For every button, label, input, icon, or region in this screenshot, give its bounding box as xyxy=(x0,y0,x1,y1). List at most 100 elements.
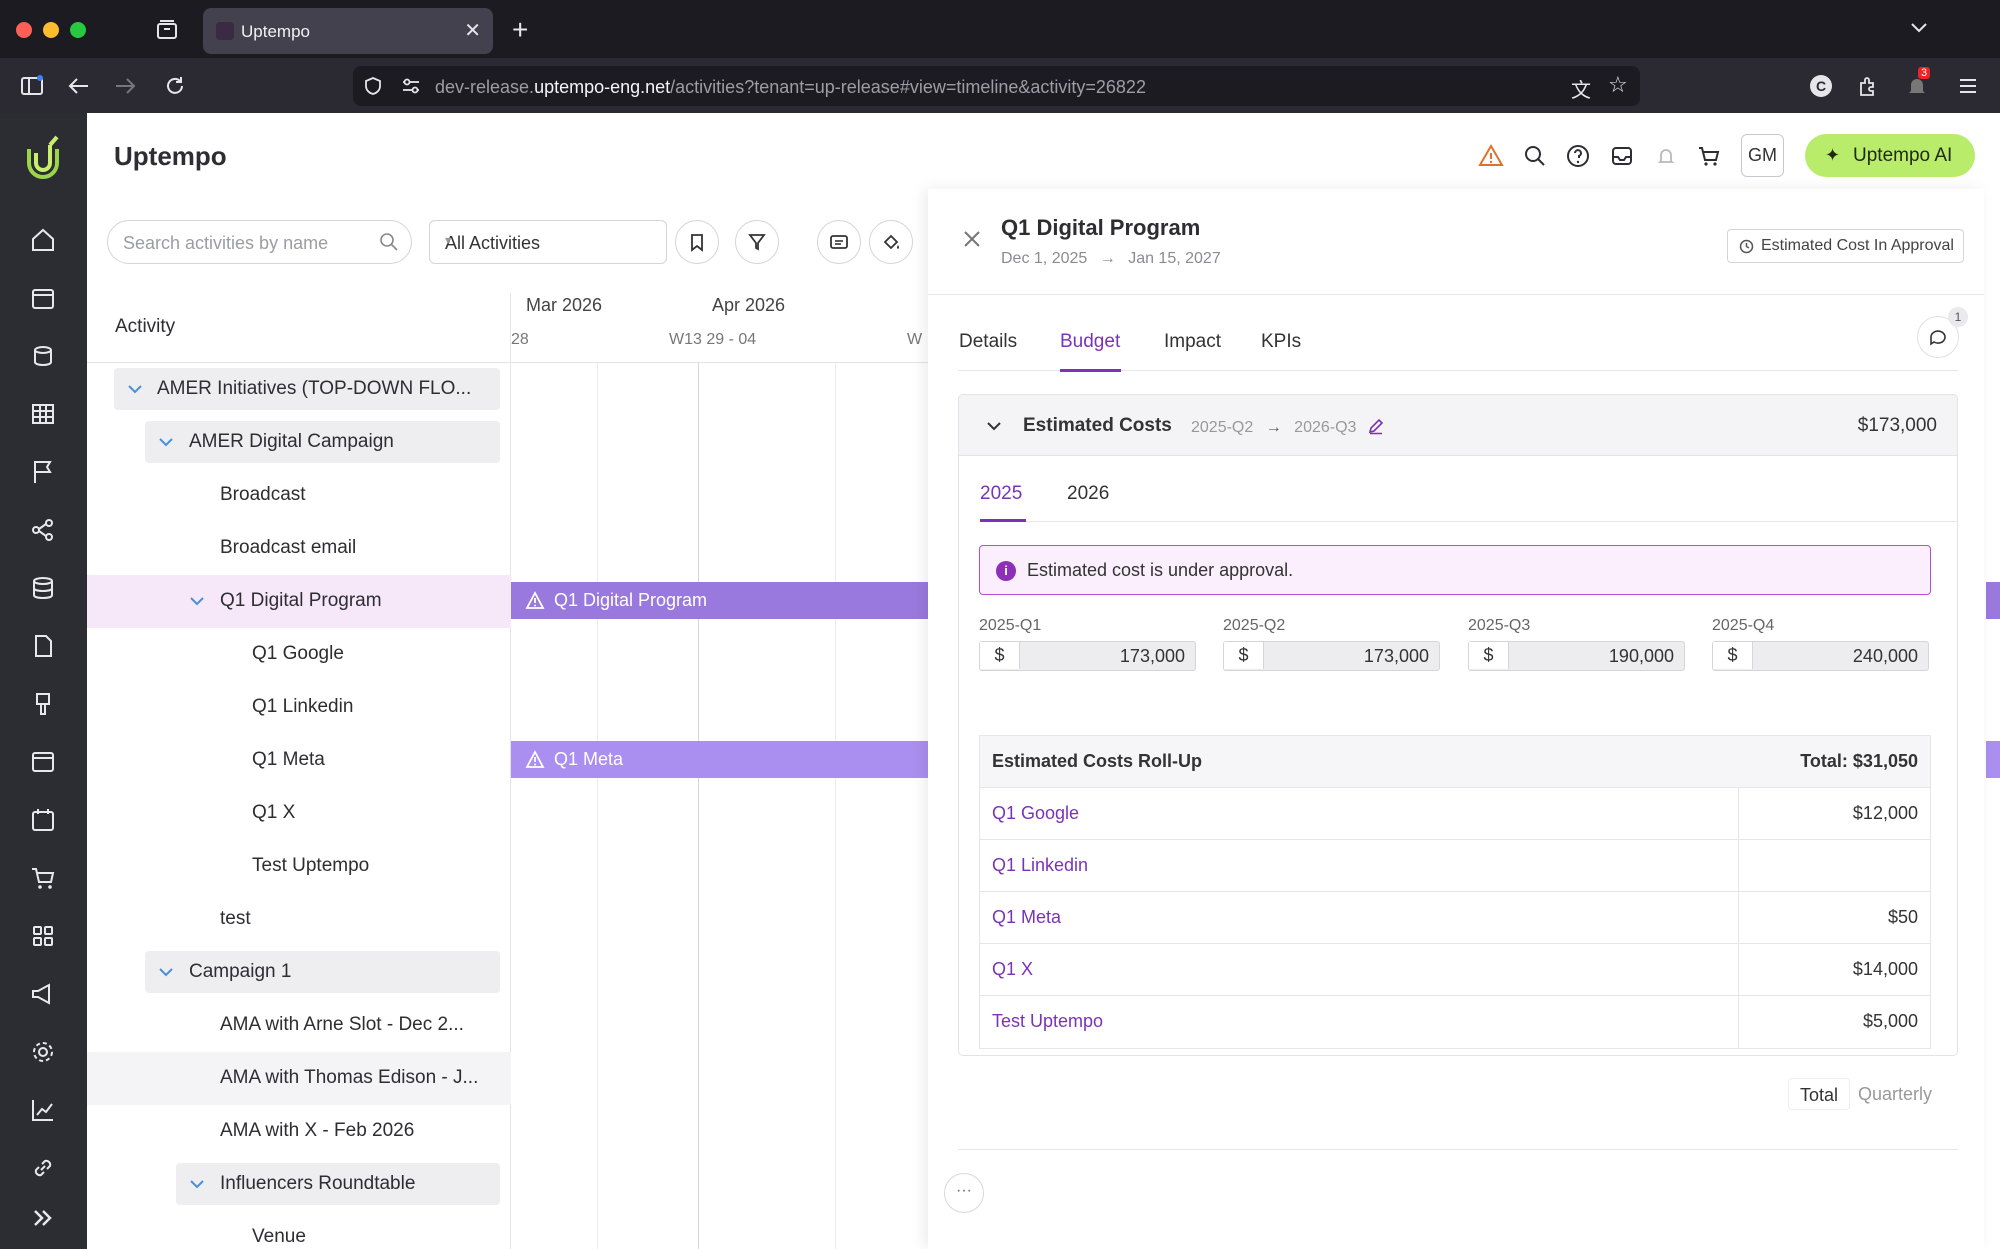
tab-list-chevron-icon[interactable] xyxy=(1910,22,1928,34)
tab-details[interactable]: Details xyxy=(959,331,1017,353)
home-icon[interactable] xyxy=(29,226,57,254)
tree-row[interactable]: Broadcast email xyxy=(87,522,511,575)
tab-budget[interactable]: Budget xyxy=(1060,331,1120,353)
tree-row-selected[interactable]: Q1 Digital Program xyxy=(87,575,511,628)
calendar-icon[interactable] xyxy=(29,284,57,312)
more-actions-button[interactable]: ··· xyxy=(944,1173,984,1213)
tree-row[interactable]: test xyxy=(87,893,511,946)
inbox-icon[interactable] xyxy=(1609,143,1635,169)
database-icon[interactable] xyxy=(29,574,57,602)
tree-row[interactable]: Campaign 1 xyxy=(87,946,511,999)
back-icon[interactable] xyxy=(68,77,90,95)
translate-icon[interactable]: 文 xyxy=(1571,74,1591,103)
tracking-shield-icon[interactable] xyxy=(363,76,383,96)
window-minimize-button[interactable] xyxy=(43,22,59,38)
activity-filter-select[interactable]: All Activities ▾ xyxy=(429,220,667,264)
cart-icon[interactable] xyxy=(29,864,57,892)
tab-overview-icon[interactable] xyxy=(156,20,178,40)
user-avatar[interactable]: GM xyxy=(1741,134,1784,177)
uptempo-logo-icon[interactable] xyxy=(23,135,63,181)
activity-search-input[interactable]: Search activities by name xyxy=(107,220,412,264)
rollup-activity-link[interactable]: Q1 Linkedin xyxy=(992,855,1088,876)
tree-row[interactable]: Broadcast xyxy=(87,469,511,522)
tree-row[interactable]: Venue xyxy=(87,1211,511,1249)
apps-icon[interactable] xyxy=(29,922,57,950)
link-icon[interactable] xyxy=(29,1154,57,1182)
url-text[interactable]: dev-release.uptempo-eng.net/activities?t… xyxy=(435,77,1146,98)
edit-pencil-icon[interactable] xyxy=(1367,417,1385,435)
filter-button[interactable] xyxy=(735,220,779,264)
tree-row[interactable]: Q1 Linkedin xyxy=(87,681,511,734)
reload-icon[interactable] xyxy=(164,75,186,97)
chevron-down-icon[interactable] xyxy=(985,417,1003,435)
new-tab-icon[interactable]: + xyxy=(512,16,528,44)
megaphone-icon[interactable] xyxy=(29,980,57,1008)
chevron-down-icon[interactable] xyxy=(188,1175,206,1193)
account-icon[interactable]: C xyxy=(1810,75,1832,97)
chevron-down-icon[interactable] xyxy=(188,592,206,610)
notifications-extension[interactable]: 3 xyxy=(1906,67,1931,97)
window-zoom-button[interactable] xyxy=(70,22,86,38)
timeline-bar[interactable]: Q1 Meta xyxy=(511,741,931,778)
view-toggle-quarterly[interactable]: Quarterly xyxy=(1858,1078,1932,1110)
close-icon[interactable] xyxy=(962,229,982,249)
tree-row[interactable]: Q1 Meta xyxy=(87,734,511,787)
flag-icon[interactable] xyxy=(29,458,57,486)
tree-row[interactable]: AMA with Thomas Edison - J... xyxy=(87,1052,511,1105)
help-icon[interactable] xyxy=(1565,143,1591,169)
window-close-button[interactable] xyxy=(16,22,32,38)
cart-icon[interactable] xyxy=(1696,143,1722,169)
settings-gear-icon[interactable] xyxy=(29,1038,57,1066)
bookmark-star-icon[interactable]: ☆ xyxy=(1608,72,1628,98)
tab-kpis[interactable]: KPIs xyxy=(1261,331,1301,353)
site-permissions-icon[interactable] xyxy=(401,78,421,94)
notes-view-button[interactable] xyxy=(817,220,861,264)
year-tab-2025[interactable]: 2025 xyxy=(980,483,1022,505)
expand-rail-icon[interactable] xyxy=(29,1204,57,1232)
brush-icon[interactable] xyxy=(29,690,57,718)
document-icon[interactable] xyxy=(29,632,57,660)
analytics-icon[interactable] xyxy=(29,1096,57,1124)
view-toggle-total[interactable]: Total xyxy=(1788,1078,1850,1110)
url-bar[interactable]: dev-release.uptempo-eng.net/activities?t… xyxy=(353,66,1640,106)
year-tab-2026[interactable]: 2026 xyxy=(1067,483,1109,505)
grid-table-icon[interactable] xyxy=(29,400,57,428)
chevron-down-icon[interactable] xyxy=(126,380,144,398)
share-network-icon[interactable] xyxy=(29,516,57,544)
chevron-down-icon[interactable] xyxy=(157,433,175,451)
quarter-cost-input[interactable]: $ 240,000 xyxy=(1712,641,1929,671)
tab-close-icon[interactable]: ✕ xyxy=(464,18,481,43)
window-icon[interactable] xyxy=(29,748,57,776)
rollup-activity-link[interactable]: Q1 X xyxy=(992,959,1033,980)
tree-row[interactable]: Influencers Roundtable xyxy=(87,1158,511,1211)
bookmark-button[interactable] xyxy=(675,220,719,264)
warning-icon[interactable] xyxy=(1478,143,1504,169)
rollup-activity-link[interactable]: Q1 Meta xyxy=(992,907,1061,928)
search-icon[interactable] xyxy=(1522,143,1548,169)
quarter-cost-input[interactable]: $ 173,000 xyxy=(979,641,1196,671)
chevron-down-icon[interactable] xyxy=(157,963,175,981)
tree-row[interactable]: Q1 Google xyxy=(87,628,511,681)
color-fill-button[interactable] xyxy=(869,220,913,264)
extensions-icon[interactable] xyxy=(1857,75,1879,97)
estimated-costs-header[interactable]: Estimated Costs 2025-Q2 → 2026-Q3 $173,0… xyxy=(959,395,1957,456)
rollup-activity-link[interactable]: Test Uptempo xyxy=(992,1011,1103,1032)
menu-icon[interactable] xyxy=(1958,77,1978,95)
timeline-bar[interactable]: Q1 Digital Program xyxy=(511,582,931,619)
tree-row[interactable]: AMER Digital Campaign xyxy=(87,416,511,469)
browser-tab[interactable]: Uptempo ✕ xyxy=(203,8,493,54)
forward-icon[interactable] xyxy=(114,77,136,95)
sidebar-toggle-icon[interactable] xyxy=(20,75,44,97)
uptempo-ai-button[interactable]: ✦ Uptempo AI xyxy=(1805,134,1975,177)
notification-bell-icon[interactable] xyxy=(1653,143,1679,169)
tree-row[interactable]: AMER Initiatives (TOP-DOWN FLO... xyxy=(87,363,511,416)
tab-impact[interactable]: Impact xyxy=(1164,331,1221,353)
tree-row[interactable]: Q1 X xyxy=(87,787,511,840)
tree-row[interactable]: Test Uptempo xyxy=(87,840,511,893)
quarter-cost-input[interactable]: $ 190,000 xyxy=(1468,641,1685,671)
tree-row[interactable]: AMA with Arne Slot - Dec 2... xyxy=(87,999,511,1052)
tree-row[interactable]: AMA with X - Feb 2026 xyxy=(87,1105,511,1158)
quarter-cost-input[interactable]: $ 173,000 xyxy=(1223,641,1440,671)
comments-button[interactable]: 1 xyxy=(1917,307,1968,358)
budget-coins-icon[interactable] xyxy=(29,342,57,370)
